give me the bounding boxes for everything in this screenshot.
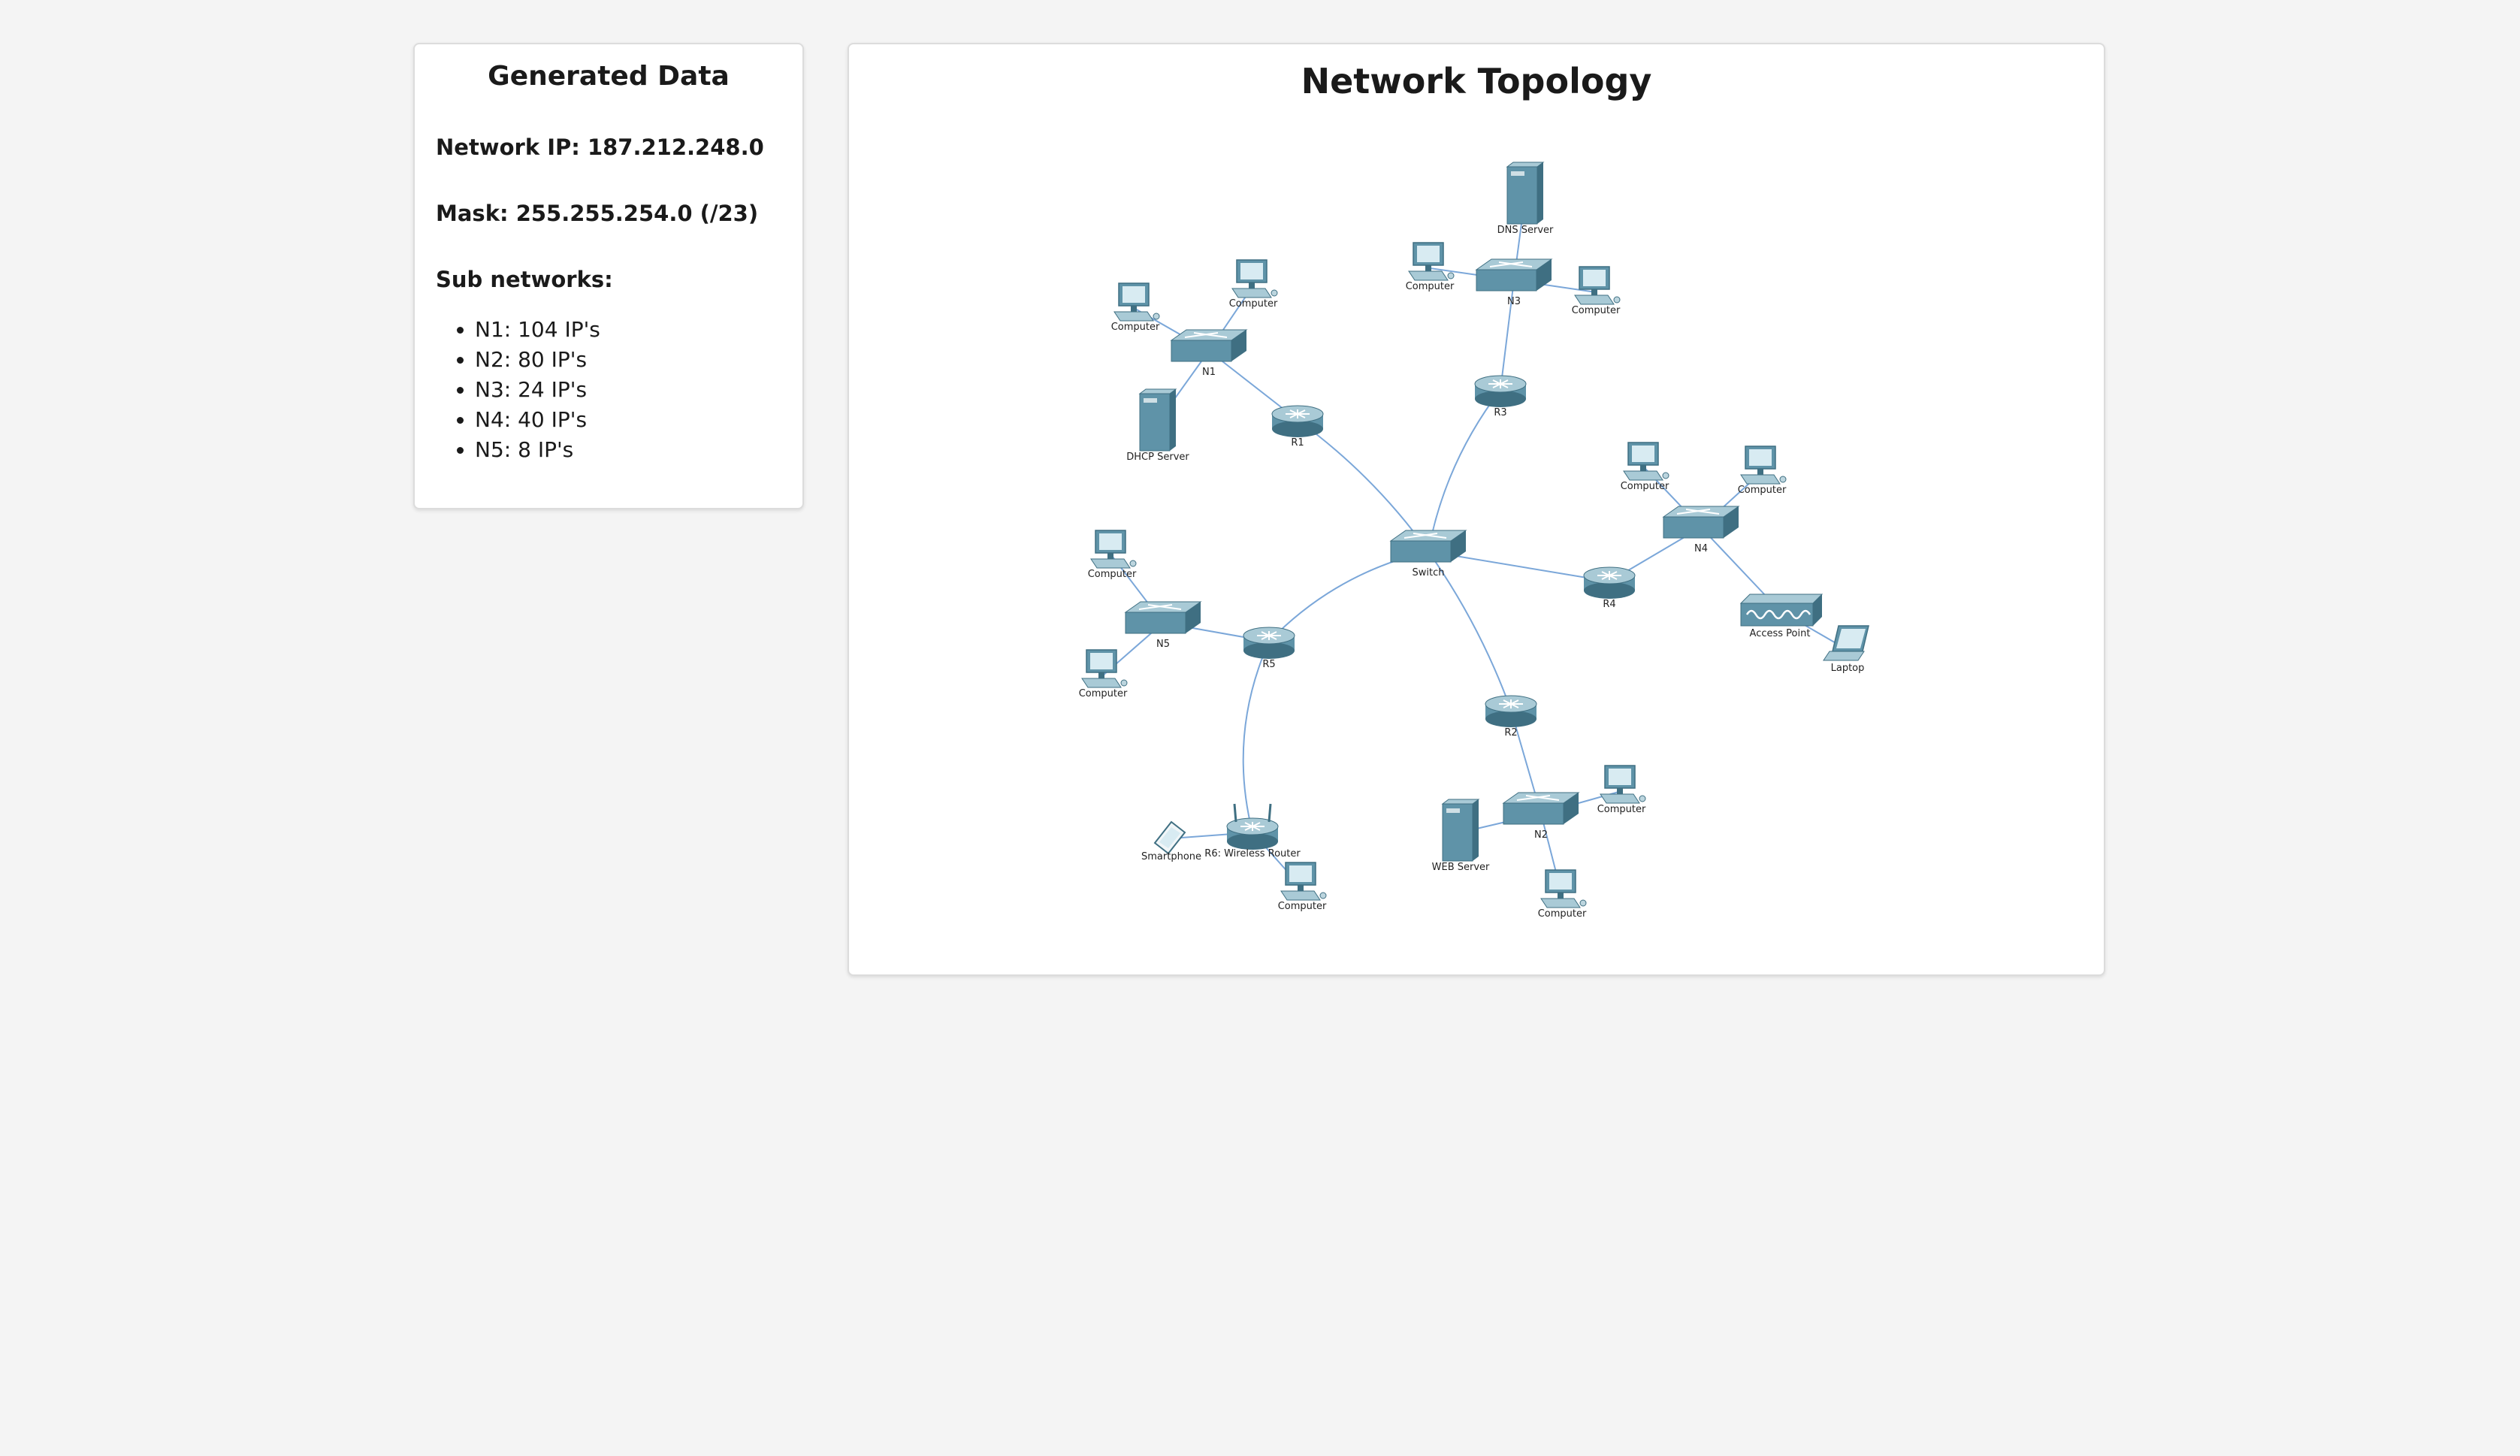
web-label: WEB Server xyxy=(1432,862,1490,873)
n4-pc2-computer-icon: Computer xyxy=(1738,446,1787,496)
n4-switch-icon: N4 xyxy=(1662,506,1740,554)
web-server-icon: WEB Server xyxy=(1432,799,1490,873)
generated-data-title: Generated Data xyxy=(488,61,730,92)
r5-router-icon: R5 xyxy=(1243,627,1295,670)
phone-smartphone-icon: Smartphone xyxy=(1141,820,1201,862)
n1-pc2-label: Computer xyxy=(1229,298,1278,310)
subnet-ips: 8 IP's xyxy=(518,437,574,462)
subnet-item: N4: 40 IP's xyxy=(475,405,600,435)
r2-label: R2 xyxy=(1504,727,1517,739)
n2-pc2-computer-icon: Computer xyxy=(1538,869,1587,920)
subnet-name: N3 xyxy=(475,377,504,402)
network-topology-diagram: Switch R1 R2 R3 R4 R5 R6: Wireless Router N1 N2 N… xyxy=(1079,162,1869,920)
r6-label: R6: Wireless Router xyxy=(1204,848,1301,859)
n2-pc1-computer-icon: Computer xyxy=(1597,765,1646,815)
links-layer xyxy=(1102,195,1848,896)
subnet-ips: 40 IP's xyxy=(518,407,588,432)
laptop-label: Laptop xyxy=(1831,663,1865,674)
r3-router-icon: R3 xyxy=(1474,375,1527,418)
ap-label: Access Point xyxy=(1750,628,1811,639)
n1-pc1-label: Computer xyxy=(1111,322,1160,333)
subnet-name: N2 xyxy=(475,347,504,372)
subnet-name: N1 xyxy=(475,317,504,342)
n4-label: N4 xyxy=(1694,543,1708,554)
r6-pc-label: Computer xyxy=(1278,901,1327,912)
n3-switch-icon: N3 xyxy=(1475,258,1553,307)
n5-pc1-label: Computer xyxy=(1088,569,1137,580)
r4-label: R4 xyxy=(1603,599,1615,610)
n4-pc2-label: Computer xyxy=(1738,485,1787,496)
n2-pc1-label: Computer xyxy=(1597,804,1646,815)
subnet-ips: 104 IP's xyxy=(518,317,600,342)
r5-label: R5 xyxy=(1262,659,1275,670)
n5-switch-icon: N5 xyxy=(1124,601,1202,650)
subnet-item: N3: 24 IP's xyxy=(475,375,600,405)
network-mask: Mask: 255.255.254.0 (/23) xyxy=(436,201,758,226)
dns-label: DNS Server xyxy=(1497,225,1554,236)
n2-label: N2 xyxy=(1534,829,1548,841)
n1-label: N1 xyxy=(1202,367,1216,378)
n5-pc2-label: Computer xyxy=(1079,688,1128,699)
n3-label: N3 xyxy=(1507,296,1521,307)
network-ip-label: Network IP: xyxy=(436,134,580,160)
dns-server-icon: DNS Server xyxy=(1497,162,1554,236)
nodes-layer: Switch R1 R2 R3 R4 R5 R6: Wireless Router N1 N2 N… xyxy=(1079,162,1869,920)
generated-data-panel: Generated Data Network IP: 187.212.248.0… xyxy=(413,43,804,509)
r4-router-icon: R4 xyxy=(1583,566,1636,610)
n5-label: N5 xyxy=(1156,639,1170,650)
mask-label: Mask: xyxy=(436,201,509,226)
n1-pc2-computer-icon: Computer xyxy=(1229,259,1278,310)
r6-wireless-router-icon: R6: Wireless Router xyxy=(1204,803,1301,859)
dhcp-label: DHCP Server xyxy=(1126,452,1189,463)
link-r5-r6 xyxy=(1242,641,1270,833)
subnet-item: N2: 80 IP's xyxy=(475,345,600,375)
n2-pc2-label: Computer xyxy=(1538,908,1587,920)
network-ip: Network IP: 187.212.248.0 xyxy=(436,134,764,160)
link-switch-r3 xyxy=(1428,389,1501,552)
subnet-name: N5 xyxy=(475,437,504,462)
n3-pc1-label: Computer xyxy=(1406,281,1455,292)
n4-pc1-computer-icon: Computer xyxy=(1621,442,1669,492)
subnet-name: N4 xyxy=(475,407,504,432)
r1-router-icon: R1 xyxy=(1271,405,1324,449)
n3-pc2-label: Computer xyxy=(1572,305,1621,316)
link-switch-r5 xyxy=(1268,551,1429,642)
phone-label: Smartphone xyxy=(1141,851,1201,862)
mask-value: 255.255.254.0 (/23) xyxy=(515,201,759,226)
subnet-ips: 80 IP's xyxy=(518,347,588,372)
n3-pc1-computer-icon: Computer xyxy=(1406,242,1455,292)
switch-label: Switch xyxy=(1413,567,1445,578)
n3-pc2-computer-icon: Computer xyxy=(1572,266,1621,316)
dhcp-server-icon: DHCP Server xyxy=(1126,388,1189,463)
r2-router-icon: R2 xyxy=(1485,695,1537,739)
subnet-ips: 24 IP's xyxy=(518,377,588,402)
n2-switch-icon: N2 xyxy=(1502,792,1580,841)
laptop-laptop-icon: Laptop xyxy=(1823,625,1869,674)
n1-pc1-computer-icon: Computer xyxy=(1111,282,1160,333)
network-ip-value: 187.212.248.0 xyxy=(587,134,764,160)
r3-label: R3 xyxy=(1494,407,1506,418)
n5-pc1-computer-icon: Computer xyxy=(1088,530,1137,580)
switch-switch-icon: Switch xyxy=(1389,530,1467,578)
subnets-heading: Sub networks: xyxy=(436,267,613,292)
r6-pc-computer-icon: Computer xyxy=(1278,862,1327,912)
n4-pc1-label: Computer xyxy=(1621,481,1669,492)
ap-access-point-icon: Access Point xyxy=(1739,594,1824,639)
n5-pc2-computer-icon: Computer xyxy=(1079,649,1128,699)
subnet-list: N1: 104 IP's N2: 80 IP's N3: 24 IP's N4:… xyxy=(436,315,600,465)
subnet-item: N1: 104 IP's xyxy=(475,315,600,345)
r1-label: R1 xyxy=(1291,437,1304,449)
subnet-item: N5: 8 IP's xyxy=(475,435,600,465)
